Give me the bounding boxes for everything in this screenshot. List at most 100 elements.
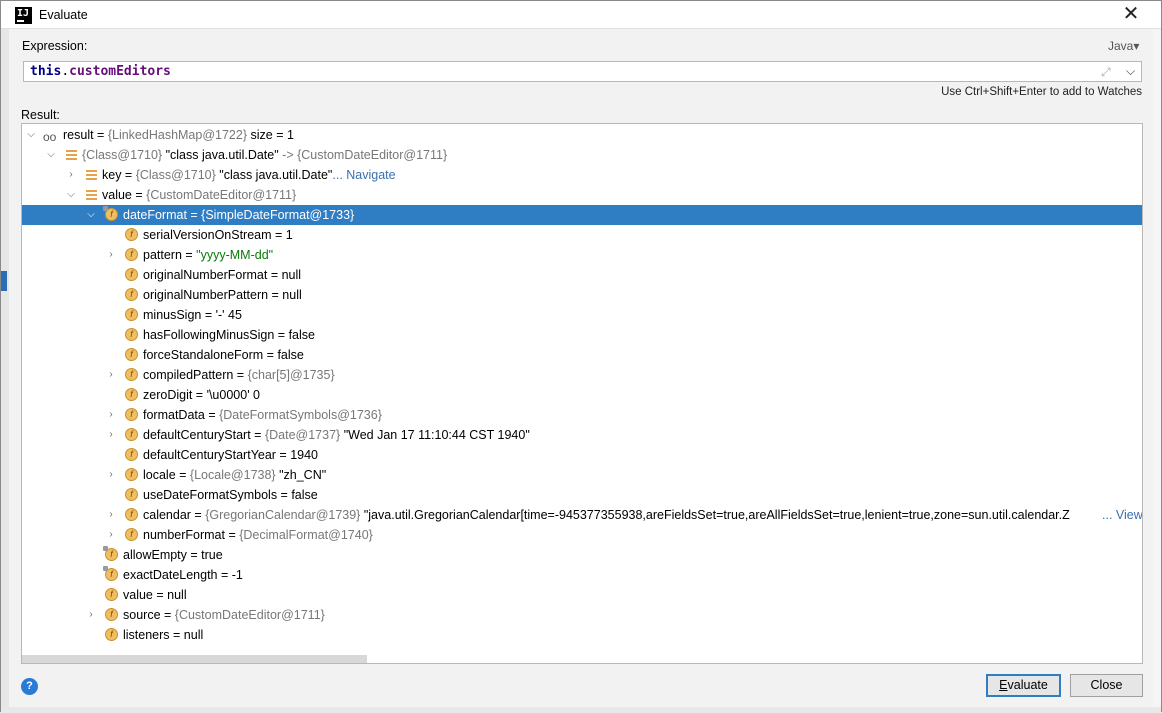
node-eq: = bbox=[233, 368, 248, 382]
node-value: "class java.util.Date" bbox=[162, 148, 283, 162]
tree-row-field[interactable]: › f pattern = "yyyy-MM-dd" bbox=[22, 245, 1142, 265]
node-value: = null bbox=[267, 268, 302, 282]
result-tree[interactable]: ⌵ oo result = {LinkedHashMap@1722} size … bbox=[21, 123, 1143, 664]
field-icon: f bbox=[125, 428, 138, 441]
language-selector[interactable]: Java▾ bbox=[1108, 39, 1139, 53]
node-ref: {char[5]@1735} bbox=[247, 368, 335, 382]
node-string: "yyyy-MM-dd" bbox=[196, 248, 274, 262]
field-icon: f bbox=[125, 488, 138, 501]
evaluate-mnemonic: E bbox=[999, 678, 1008, 692]
chevron-right-icon[interactable]: › bbox=[105, 505, 117, 525]
tree-row-field[interactable]: f exactDateLength = -1 bbox=[22, 565, 1142, 585]
node-name: result bbox=[63, 128, 94, 142]
expression-label: Expression: bbox=[22, 39, 88, 53]
tree-row-field[interactable]: f minusSign = '-' 45 bbox=[22, 305, 1142, 325]
node-name: compiledPattern bbox=[143, 368, 234, 382]
close-button[interactable]: Close bbox=[1070, 674, 1143, 697]
tree-row-field[interactable]: f serialVersionOnStream = 1 bbox=[22, 225, 1142, 245]
expression-text[interactable]: this.customEditors bbox=[30, 64, 171, 79]
tree-row-field[interactable]: f zeroDigit = '\u0000' 0 bbox=[22, 385, 1142, 405]
history-dropdown-icon[interactable]: ⌵ bbox=[1126, 64, 1135, 79]
tree-row-field[interactable]: f forceStandaloneForm = false bbox=[22, 345, 1142, 365]
language-label: Java bbox=[1108, 39, 1134, 53]
chevron-down-icon: ▾ bbox=[1133, 39, 1140, 53]
node-eq: = bbox=[93, 128, 108, 142]
expand-icon[interactable]: ⤢ bbox=[1101, 65, 1111, 80]
app-icon-text: IJ bbox=[17, 8, 30, 19]
tree-row-field[interactable]: › f defaultCenturyStart = {Date@1737} "W… bbox=[22, 425, 1142, 445]
watch-glasses-icon: oo bbox=[43, 130, 57, 144]
map-entry-icon bbox=[66, 150, 77, 160]
chevron-right-icon[interactable]: › bbox=[65, 165, 77, 185]
node-value: = '\u0000' 0 bbox=[192, 388, 261, 402]
tree-row-key[interactable]: › key = {Class@1710} "class java.util.Da… bbox=[22, 165, 1142, 185]
evaluate-button[interactable]: Evaluate bbox=[986, 674, 1061, 697]
tree-row-field[interactable]: f originalNumberPattern = null bbox=[22, 285, 1142, 305]
chevron-right-icon[interactable]: › bbox=[105, 405, 117, 425]
tree-row-field[interactable]: f defaultCenturyStartYear = 1940 bbox=[22, 445, 1142, 465]
help-icon[interactable]: ? bbox=[21, 678, 38, 695]
tree-row-field[interactable]: › f calendar = {GregorianCalendar@1739} … bbox=[22, 505, 1142, 525]
chevron-right-icon[interactable]: › bbox=[85, 605, 97, 625]
node-eq: = bbox=[204, 408, 220, 422]
node-name: key bbox=[102, 168, 122, 182]
close-icon[interactable]: ✕ bbox=[1118, 4, 1144, 26]
tree-row-field[interactable]: f listeners = null bbox=[22, 625, 1142, 645]
tree-row-field[interactable]: f allowEmpty = true bbox=[22, 545, 1142, 565]
node-name: defaultCenturyStart bbox=[143, 428, 251, 442]
node-value: = false bbox=[277, 488, 318, 502]
field-icon: f bbox=[125, 228, 138, 241]
tree-row-map-entry[interactable]: ⌵ {Class@1710} "class java.util.Date" ->… bbox=[22, 145, 1142, 165]
node-value: "class java.util.Date" bbox=[215, 168, 333, 182]
field-icon: f bbox=[125, 268, 138, 281]
node-name: listeners bbox=[123, 628, 170, 642]
node-name: value bbox=[123, 588, 153, 602]
tree-row-field[interactable]: f hasFollowingMinusSign = false bbox=[22, 325, 1142, 345]
node-name: allowEmpty bbox=[123, 548, 187, 562]
tree-row-field[interactable]: › f compiledPattern = {char[5]@1735} bbox=[22, 365, 1142, 385]
tree-row-field[interactable]: › f formatData = {DateFormatSymbols@1736… bbox=[22, 405, 1142, 425]
chevron-down-icon[interactable]: ⌵ bbox=[85, 205, 97, 225]
field-icon: f bbox=[125, 408, 138, 421]
chevron-right-icon[interactable]: › bbox=[105, 245, 117, 265]
tree-row-result[interactable]: ⌵ oo result = {LinkedHashMap@1722} size … bbox=[22, 125, 1142, 145]
tree-row-field[interactable]: f originalNumberFormat = null bbox=[22, 265, 1142, 285]
tree-row-value[interactable]: ⌵ value = {CustomDateEditor@1711} bbox=[22, 185, 1142, 205]
expression-input[interactable]: this.customEditors ⤢ ⌵ bbox=[23, 61, 1142, 82]
node-ref: {GregorianCalendar@1739} bbox=[205, 508, 361, 522]
node-value: = false bbox=[274, 328, 315, 342]
expression-keyword: this bbox=[30, 64, 62, 79]
tree-row-field[interactable]: › f numberFormat = {DecimalFormat@1740} bbox=[22, 525, 1142, 545]
horizontal-scrollbar[interactable] bbox=[22, 655, 367, 663]
node-value: = '-' 45 bbox=[201, 308, 242, 322]
chevron-right-icon[interactable]: › bbox=[105, 425, 117, 445]
background-editor-strip bbox=[1, 29, 9, 713]
node-name: numberFormat bbox=[143, 528, 225, 542]
field-icon: f bbox=[125, 388, 138, 401]
view-link[interactable]: ... View bbox=[1100, 505, 1142, 525]
expression-field: customEditors bbox=[69, 64, 171, 79]
tree-row-dateformat[interactable]: ⌵ f dateFormat = {SimpleDateFormat@1733} bbox=[22, 205, 1142, 225]
chevron-down-icon[interactable]: ⌵ bbox=[25, 125, 37, 145]
chevron-down-icon[interactable]: ⌵ bbox=[65, 185, 77, 205]
node-ref: {Class@1710} bbox=[135, 168, 216, 182]
chevron-right-icon[interactable]: › bbox=[105, 525, 117, 545]
tree-row-field[interactable]: › f source = {CustomDateEditor@1711} bbox=[22, 605, 1142, 625]
chevron-down-icon[interactable]: ⌵ bbox=[45, 145, 57, 165]
node-name: formatData bbox=[143, 408, 205, 422]
navigate-link[interactable]: ... Navigate bbox=[332, 168, 395, 182]
node-ref: {Class@1710} bbox=[82, 148, 163, 162]
tree-row-field[interactable]: f useDateFormatSymbols = false bbox=[22, 485, 1142, 505]
node-name: hasFollowingMinusSign bbox=[143, 328, 275, 342]
chevron-right-icon[interactable]: › bbox=[105, 465, 117, 485]
tree-row-field[interactable]: f value = null bbox=[22, 585, 1142, 605]
tree-row-field[interactable]: › f locale = {Locale@1738} "zh_CN" bbox=[22, 465, 1142, 485]
node-eq: = bbox=[224, 528, 240, 542]
intellij-app-icon: IJ bbox=[15, 7, 32, 24]
node-ref: {SimpleDateFormat@1733} bbox=[201, 208, 355, 222]
node-name: calendar bbox=[143, 508, 191, 522]
expression-dot: . bbox=[61, 64, 70, 79]
chevron-right-icon[interactable]: › bbox=[105, 365, 117, 385]
evaluate-dialog: IJ Evaluate ✕ Expression: Java▾ this.cus… bbox=[0, 0, 1162, 713]
node-name: serialVersionOnStream bbox=[143, 228, 272, 242]
